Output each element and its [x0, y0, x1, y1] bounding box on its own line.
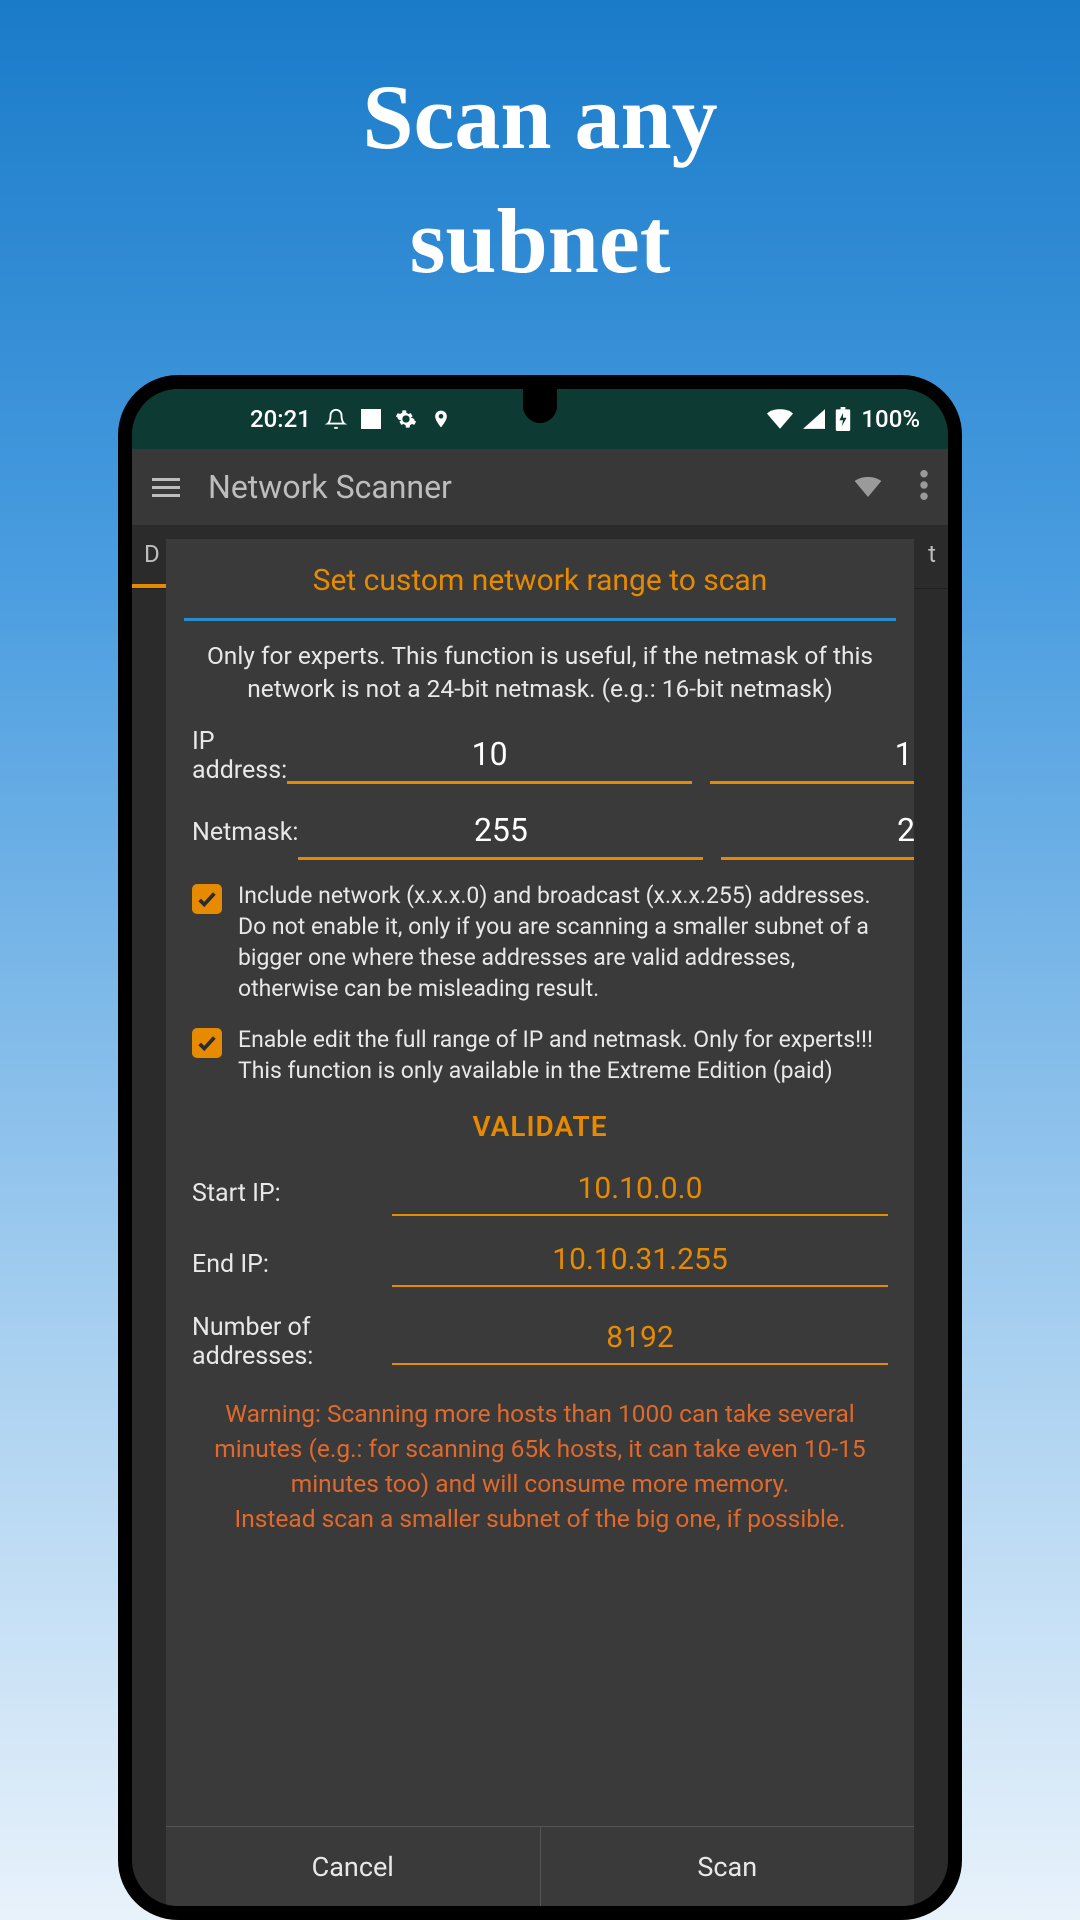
num-addresses-value: 8192 [392, 1320, 888, 1365]
include-broadcast-checkbox[interactable] [192, 884, 222, 914]
full-range-checkbox[interactable] [192, 1028, 222, 1058]
signal-icon [803, 409, 825, 429]
more-vert-icon[interactable] [920, 470, 928, 504]
phone-frame: 20:21 [118, 375, 962, 1920]
appbar-title: Network Scanner [208, 468, 852, 506]
bell-icon [325, 408, 347, 430]
ip-octet-1[interactable] [287, 729, 692, 784]
end-ip-label: End IP: [192, 1250, 392, 1279]
full-range-text: Enable edit the full range of IP and net… [238, 1024, 888, 1086]
hamburger-icon[interactable] [152, 478, 180, 497]
include-broadcast-text: Include network (x.x.x.0) and broadcast … [238, 880, 888, 1004]
camera-notch [523, 389, 557, 423]
num-addresses-label: Number of addresses: [192, 1313, 392, 1371]
start-ip-value: 10.10.0.0 [392, 1171, 888, 1216]
wifi-appbar-icon[interactable] [852, 472, 884, 502]
dialog-title: Set custom network range to scan [166, 539, 914, 618]
location-icon [431, 407, 451, 431]
end-ip-value: 10.10.31.255 [392, 1242, 888, 1287]
expert-note: Only for experts. This function is usefu… [192, 639, 888, 705]
statusbar-time: 20:21 [250, 405, 311, 433]
wifi-icon [767, 409, 793, 429]
scan-button[interactable]: Scan [540, 1827, 915, 1906]
phone-screen: 20:21 [132, 389, 948, 1906]
statusbar-battery: 100% [861, 405, 920, 433]
warning-text: Warning: Scanning more hosts than 1000 c… [192, 1397, 888, 1536]
custom-range-dialog: Set custom network range to scan Only fo… [166, 539, 914, 1906]
validate-button[interactable]: VALIDATE [192, 1110, 888, 1143]
start-ip-label: Start IP: [192, 1179, 392, 1208]
gear-icon [395, 408, 417, 430]
promo-line2: subnet [410, 190, 671, 292]
app-bar: Network Scanner [132, 449, 948, 525]
netmask-label: Netmask: [192, 818, 298, 847]
promo-line1: Scan any [362, 66, 717, 168]
netmask-octet-2[interactable] [721, 805, 914, 860]
promo-title: Scan any subnet [0, 55, 1080, 303]
cancel-button[interactable]: Cancel [166, 1827, 540, 1906]
square-icon [361, 409, 381, 429]
battery-icon [835, 407, 851, 431]
netmask-octet-1[interactable] [298, 805, 703, 860]
ip-octet-2[interactable] [710, 729, 914, 784]
ip-address-label: IP address: [192, 727, 287, 785]
